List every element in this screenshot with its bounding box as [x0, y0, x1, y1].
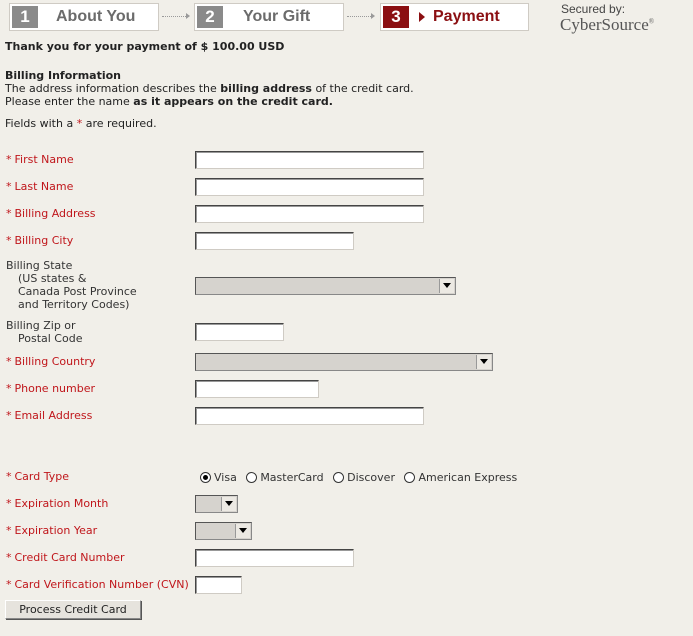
- card-type-radio-group: Visa MasterCard Discover American Expres…: [200, 471, 523, 484]
- chevron-down-icon[interactable]: [221, 497, 236, 511]
- required-fields-note: Fields with a * are required.: [5, 117, 157, 130]
- billing-description-1: The address information describes the bi…: [5, 82, 414, 95]
- chevron-down-icon[interactable]: [476, 355, 491, 369]
- billing-city-label: * Billing City: [6, 234, 74, 247]
- credit-card-number-input[interactable]: [195, 549, 354, 567]
- radio-icon[interactable]: [404, 472, 416, 483]
- step-number: 2: [197, 6, 223, 28]
- expiration-month-select[interactable]: [195, 495, 238, 513]
- step-label: About You: [56, 8, 136, 25]
- billing-state-label: Billing State (US states & Canada Post P…: [6, 259, 137, 311]
- chevron-down-icon[interactable]: [439, 279, 454, 293]
- billing-state-select[interactable]: [195, 277, 456, 295]
- first-name-input[interactable]: [195, 151, 424, 169]
- billing-zip-input[interactable]: [195, 323, 284, 341]
- billing-heading: Billing Information: [5, 69, 121, 82]
- step-label: Your Gift: [243, 8, 311, 25]
- billing-zip-label: Billing Zip or Postal Code: [6, 319, 83, 345]
- payment-notice: Thank you for your payment of $ 100.00 U…: [5, 40, 285, 53]
- credit-card-number-label: * Credit Card Number: [6, 551, 125, 564]
- step-connector: [347, 13, 375, 19]
- expiration-year-select[interactable]: [195, 522, 252, 540]
- radio-icon[interactable]: [246, 472, 258, 483]
- radio-icon[interactable]: [333, 472, 345, 483]
- expiration-year-label: * Expiration Year: [6, 524, 98, 537]
- billing-address-input[interactable]: [195, 205, 424, 223]
- last-name-input[interactable]: [195, 178, 424, 196]
- cvn-input[interactable]: [195, 576, 242, 594]
- radio-selected-icon[interactable]: [200, 472, 211, 483]
- cvn-label: * Card Verification Number (CVN): [6, 578, 189, 591]
- email-address-label: * Email Address: [6, 409, 93, 422]
- arrow-right-icon: [419, 12, 425, 22]
- step-payment[interactable]: 3 Payment: [380, 3, 529, 31]
- step-your-gift[interactable]: 2 Your Gift: [194, 3, 344, 31]
- step-connector: [162, 13, 190, 19]
- chevron-down-icon[interactable]: [235, 524, 250, 538]
- step-number: 3: [383, 6, 409, 28]
- card-type-discover[interactable]: Discover: [333, 471, 395, 484]
- phone-number-label: * Phone number: [6, 382, 96, 395]
- card-type-american-express[interactable]: American Express: [404, 471, 517, 484]
- step-number: 1: [12, 6, 38, 28]
- card-type-label: * Card Type: [6, 470, 69, 483]
- email-address-input[interactable]: [195, 407, 424, 425]
- step-label: Payment: [433, 8, 500, 25]
- process-credit-card-button[interactable]: Process Credit Card: [5, 600, 141, 619]
- billing-city-input[interactable]: [195, 232, 354, 250]
- last-name-label: * Last Name: [6, 180, 74, 193]
- card-type-mastercard[interactable]: MasterCard: [246, 471, 324, 484]
- billing-address-label: * Billing Address: [6, 207, 96, 220]
- expiration-month-label: * Expiration Month: [6, 497, 109, 510]
- card-type-visa[interactable]: Visa: [200, 471, 237, 484]
- step-about-you[interactable]: 1 About You: [9, 3, 159, 31]
- secured-by-label: Secured by:: [561, 2, 626, 16]
- billing-country-select[interactable]: [195, 353, 493, 371]
- phone-number-input[interactable]: [195, 380, 319, 398]
- billing-country-label: * Billing Country: [6, 355, 96, 368]
- billing-description-2: Please enter the name as it appears on t…: [5, 95, 333, 108]
- cybersource-logo: CyberSource®: [560, 15, 655, 34]
- first-name-label: * First Name: [6, 153, 74, 166]
